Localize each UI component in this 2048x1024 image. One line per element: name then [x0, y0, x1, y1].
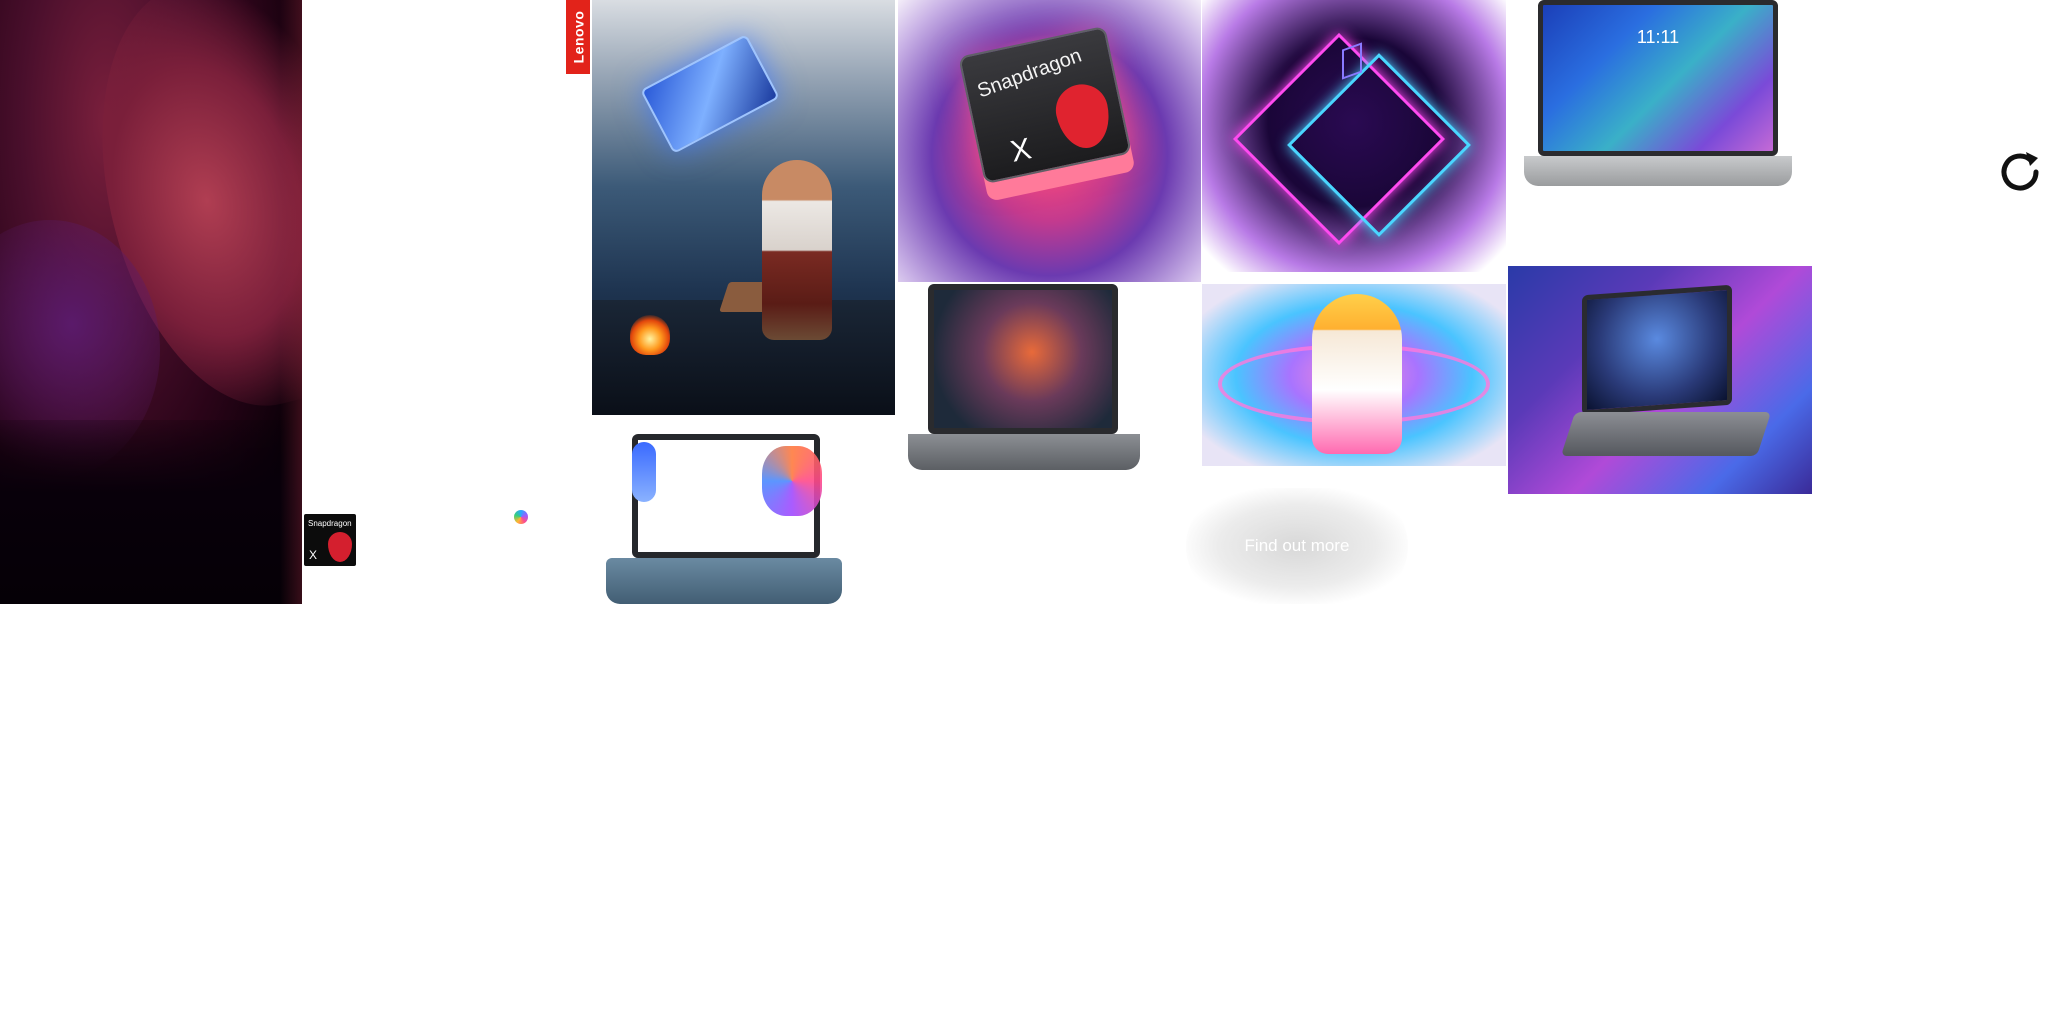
person-with-laptop [762, 160, 832, 340]
snapdragon-badge-text: Snapdragon [308, 519, 352, 528]
tile-galaxy-laptop [1508, 266, 1812, 494]
snapdragon-chip: Snapdragon X [958, 25, 1132, 185]
copilot-icon [514, 510, 528, 524]
lenovo-logo-text: Lenovo [570, 10, 586, 64]
chip-mark: X [1007, 132, 1035, 169]
laptop-keyboard-base [1524, 156, 1792, 186]
tile-copilot-laptop [592, 416, 854, 606]
tile-snapdragon-chip: Snapdragon X [898, 0, 1201, 282]
glowing-battery-cube [640, 34, 780, 154]
laptop-keyboard-base [606, 558, 842, 604]
lenovo-logo[interactable]: Lenovo [566, 0, 590, 74]
snapdragon-logo [328, 532, 352, 562]
tile-ai-art-character [1202, 284, 1506, 466]
refresh-icon-graphic [2001, 152, 2039, 191]
blue-app-shape [632, 442, 656, 502]
copilot-knot-graphic [762, 446, 822, 516]
laptop-screen [928, 284, 1118, 434]
tile-campfire-laptop-scene [592, 0, 895, 415]
laptop-screen: 11:11 [1538, 0, 1778, 156]
hero-edge-glow [280, 0, 302, 604]
find-out-more-label: Find out more [1244, 536, 1350, 555]
hero-background-panel [0, 0, 302, 604]
laptop-keyboard-base [1560, 412, 1772, 456]
laptop-screen [1582, 284, 1732, 416]
snapdragon-x-badge: Snapdragon X [304, 514, 356, 566]
snapdragon-badge-mark: X [309, 548, 318, 562]
snapdragon-chip-logo [1051, 79, 1116, 154]
hooded-character [1312, 294, 1402, 454]
tile-neon-ai-graphic [1202, 0, 1506, 272]
refresh-icon[interactable] [1992, 144, 2048, 200]
lockscreen-clock: 11:11 [1636, 27, 1680, 47]
campfire [630, 315, 670, 355]
tile-laptop-creative-app [898, 284, 1160, 484]
hero-bottom-shade [0, 420, 302, 604]
rocky-ground [592, 300, 895, 415]
find-out-more-button[interactable]: Find out more [1186, 488, 1408, 604]
tile-laptop-lockscreen: 11:11 [1508, 0, 1810, 190]
laptop-keyboard-base [908, 434, 1140, 470]
